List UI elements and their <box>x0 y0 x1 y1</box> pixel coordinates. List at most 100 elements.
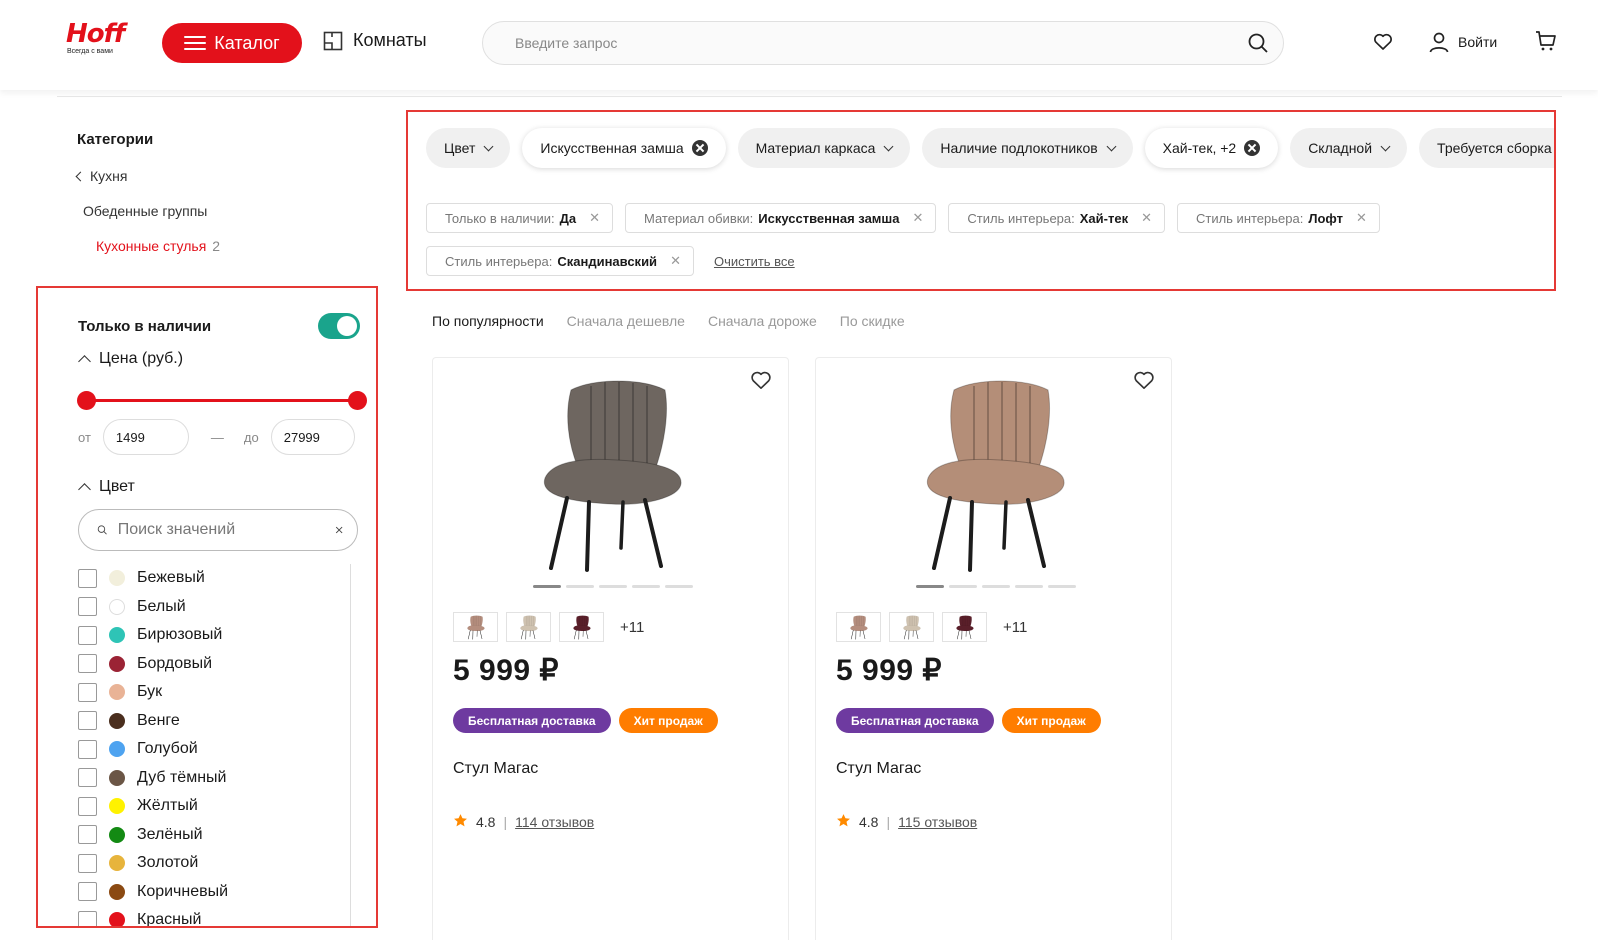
close-circle-icon[interactable] <box>691 140 708 156</box>
price-title: Цена (руб.) <box>99 350 184 367</box>
color-option[interactable]: Зелёный <box>78 821 352 850</box>
checkbox[interactable] <box>78 768 97 788</box>
close-icon[interactable] <box>335 523 343 537</box>
checkbox[interactable] <box>78 597 97 617</box>
close-icon[interactable]: ✕ <box>1356 210 1367 226</box>
color-option[interactable]: Красный <box>78 906 352 926</box>
checkbox[interactable] <box>78 825 97 845</box>
color-section-header[interactable]: Цвет <box>78 478 135 496</box>
checkbox[interactable] <box>78 796 97 816</box>
checkbox[interactable] <box>78 682 97 702</box>
heart-icon[interactable] <box>1373 32 1393 51</box>
color-option[interactable]: Бордовый <box>78 650 352 679</box>
product-name[interactable]: Стул Магас <box>836 760 921 778</box>
hoff-logo[interactable]: Hoff Всегда с вами <box>66 20 126 64</box>
close-icon[interactable]: ✕ <box>1141 210 1152 226</box>
color-option[interactable]: Коричневый <box>78 878 352 907</box>
pagination-dot[interactable] <box>533 585 561 588</box>
price-slider[interactable] <box>77 390 367 410</box>
pagination-dot[interactable] <box>566 585 594 588</box>
reviews-link[interactable]: 114 отзывов <box>515 814 594 830</box>
close-circle-icon[interactable] <box>1244 140 1261 156</box>
in-stock-toggle[interactable] <box>318 313 360 339</box>
color-option[interactable]: Бирюзовый <box>78 621 352 650</box>
filter-chip-label: Складной <box>1308 140 1373 156</box>
color-option[interactable]: Дуб тёмный <box>78 764 352 793</box>
filter-chip[interactable]: Наличие подлокотников <box>922 128 1133 168</box>
close-icon[interactable]: ✕ <box>670 253 681 269</box>
price-max-input[interactable] <box>270 419 355 455</box>
product-card[interactable]: +11 5 999 ₽ Бесплатная доставка Хит продаж С… <box>815 357 1172 940</box>
color-option[interactable]: Жёлтый <box>78 792 352 821</box>
heart-icon[interactable] <box>750 370 772 395</box>
clear-all-link[interactable]: Очистить все <box>714 254 795 269</box>
variant-thumbnail[interactable] <box>942 612 987 642</box>
search-icon[interactable] <box>1247 32 1269 54</box>
price-min-input[interactable] <box>102 419 189 455</box>
cart-icon[interactable] <box>1535 30 1557 52</box>
color-option[interactable]: Бук <box>78 678 352 707</box>
pagination-dot[interactable] <box>599 585 627 588</box>
checkbox[interactable] <box>78 654 97 674</box>
more-variants[interactable]: +11 <box>620 619 644 636</box>
color-option[interactable]: Венге <box>78 707 352 736</box>
variant-thumbnail[interactable] <box>889 612 934 642</box>
checkbox[interactable] <box>78 739 97 759</box>
scrollbar[interactable] <box>350 564 351 926</box>
login-link[interactable]: Войти <box>1428 31 1497 53</box>
category-group-link[interactable]: Обеденные группы <box>83 203 207 219</box>
color-search-input[interactable] <box>117 521 325 539</box>
catalog-button[interactable]: Каталог <box>162 23 302 63</box>
rooms-link[interactable]: Комнаты <box>323 30 427 51</box>
pagination-dot[interactable] <box>949 585 977 588</box>
checkbox[interactable] <box>78 711 97 731</box>
bestseller-badge: Хит продаж <box>618 708 718 733</box>
sort-option[interactable]: По популярности <box>432 313 544 329</box>
category-current[interactable]: Кухонные стулья 2 <box>96 238 220 254</box>
filter-chip[interactable]: Цвет <box>426 128 511 168</box>
variant-thumbnail[interactable] <box>559 612 604 642</box>
filter-chip[interactable]: Требуется сборка <box>1419 128 1554 168</box>
product-image[interactable] <box>876 372 1116 572</box>
pagination-dot[interactable] <box>916 585 944 588</box>
filter-chip[interactable]: Материал каркаса <box>737 128 911 168</box>
sort-option[interactable]: Сначала дороже <box>708 313 817 329</box>
filter-chip[interactable]: Хай-тек, +2 <box>1144 128 1279 168</box>
filter-chip[interactable]: Искусственная замша <box>522 128 726 168</box>
pagination-dot[interactable] <box>632 585 660 588</box>
color-option[interactable]: Бежевый <box>78 564 352 593</box>
pagination-dot[interactable] <box>1015 585 1043 588</box>
reviews-link[interactable]: 115 отзывов <box>898 814 977 830</box>
category-back-link[interactable]: Кухня <box>75 168 127 184</box>
checkbox[interactable] <box>78 882 97 902</box>
sort-option[interactable]: Сначала дешевле <box>567 313 685 329</box>
product-card[interactable]: +11 5 999 ₽ Бесплатная доставка Хит продаж С… <box>432 357 789 940</box>
price-min-handle[interactable] <box>77 391 96 410</box>
price-section-header[interactable]: Цена (руб.) <box>78 350 184 368</box>
chevron-down-icon <box>1106 141 1117 152</box>
checkbox[interactable] <box>78 910 97 926</box>
checkbox[interactable] <box>78 853 97 873</box>
filter-chip[interactable]: Складной <box>1290 128 1408 168</box>
close-icon[interactable]: ✕ <box>912 210 923 226</box>
checkbox[interactable] <box>78 568 97 588</box>
close-icon[interactable]: ✕ <box>589 210 600 226</box>
color-option[interactable]: Голубой <box>78 735 352 764</box>
pagination-dot[interactable] <box>665 585 693 588</box>
heart-icon[interactable] <box>1133 370 1155 395</box>
variant-thumbnail[interactable] <box>836 612 881 642</box>
product-image[interactable] <box>493 372 733 572</box>
color-option[interactable]: Золотой <box>78 849 352 878</box>
pagination-dot[interactable] <box>982 585 1010 588</box>
more-variants[interactable]: +11 <box>1003 619 1027 636</box>
checkbox[interactable] <box>78 625 97 645</box>
color-swatch <box>109 769 125 786</box>
search-input[interactable] <box>515 35 1247 51</box>
color-option[interactable]: Белый <box>78 593 352 622</box>
variant-thumbnail[interactable] <box>506 612 551 642</box>
sort-option[interactable]: По скидке <box>840 313 905 329</box>
pagination-dot[interactable] <box>1048 585 1076 588</box>
variant-thumbnail[interactable] <box>453 612 498 642</box>
price-max-handle[interactable] <box>348 391 367 410</box>
product-name[interactable]: Стул Магас <box>453 760 538 778</box>
